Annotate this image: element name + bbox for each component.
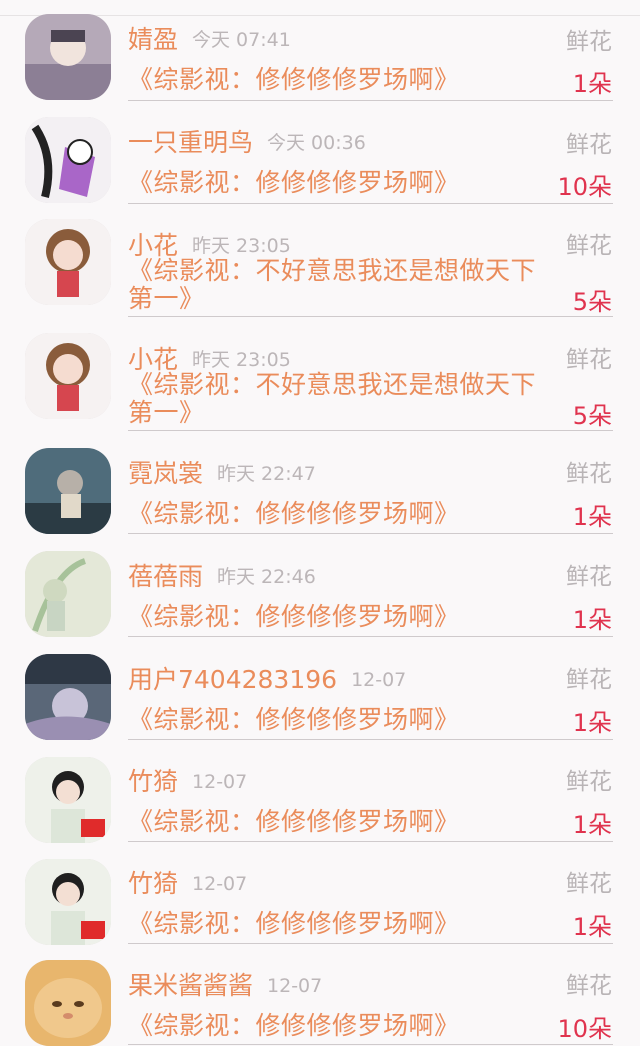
user-name[interactable]: 竹猗 12-07 [128,762,247,798]
user-name-text: 竹猗 [128,767,179,796]
timestamp: 昨天 23:05 [192,349,291,371]
flower-count: 1朵 [572,606,612,634]
row-divider [128,841,613,842]
row-divider [128,100,613,101]
avatar[interactable] [25,859,111,945]
row-divider [128,1044,613,1045]
book-title-link[interactable]: 《综影视：修修修修罗场啊》 [128,66,548,94]
row-divider [128,203,613,204]
user-name-text: 婧盈 [128,25,179,54]
gift-type-label: 鲜花 [566,769,612,795]
row-divider [128,533,613,534]
gift-type-label: 鲜花 [566,132,612,158]
gift-type-label: 鲜花 [566,461,612,487]
user-name-text: 霓岚裳 [128,459,204,488]
row-divider [128,316,613,317]
avatar[interactable] [25,551,111,637]
book-title-link[interactable]: 《综影视：修修修修罗场啊》 [128,169,548,197]
gift-type-label: 鲜花 [566,347,612,373]
timestamp: 12-07 [192,771,248,793]
book-title-link[interactable]: 《综影视：修修修修罗场啊》 [128,603,548,631]
user-name[interactable]: 竹猗 12-07 [128,864,247,900]
timestamp: 昨天 22:47 [217,463,316,485]
gift-type-label: 鲜花 [566,564,612,590]
timestamp: 12-07 [351,669,407,691]
book-title-link[interactable]: 《综影视：修修修修罗场啊》 [128,706,548,734]
timestamp: 昨天 23:05 [192,235,291,257]
row-divider [128,739,613,740]
avatar[interactable] [25,448,111,534]
user-name[interactable]: 一只重明鸟 今天 00:36 [128,123,366,159]
book-title-link[interactable]: 《综影视：修修修修罗场啊》 [128,808,548,836]
flower-count: 1朵 [572,811,612,839]
avatar[interactable] [25,333,111,419]
row-divider [128,430,613,431]
avatar[interactable] [25,654,111,740]
timestamp: 今天 00:36 [267,132,366,154]
timestamp: 12-07 [267,975,323,997]
gift-type-label: 鲜花 [566,871,612,897]
user-name[interactable]: 蓓蓓雨 昨天 22:46 [128,557,316,593]
timestamp: 12-07 [192,873,248,895]
user-name[interactable]: 用户7404283196 12-07 [128,660,406,696]
flower-count: 5朵 [572,402,612,430]
gift-type-label: 鲜花 [566,667,612,693]
gift-type-label: 鲜花 [566,29,612,55]
row-divider [128,943,613,944]
flower-count: 1朵 [572,709,612,737]
timestamp: 昨天 22:46 [217,566,316,588]
book-title-link[interactable]: 《综影视：修修修修罗场啊》 [128,1012,548,1040]
book-title-link[interactable]: 《综影视：修修修修罗场啊》 [128,500,548,528]
user-name[interactable]: 婧盈 今天 07:41 [128,20,291,56]
user-name-text: 一只重明鸟 [128,128,254,157]
flower-count: 1朵 [572,70,612,98]
avatar[interactable] [25,757,111,843]
book-title-link[interactable]: 《综影视：不好意思我还是想做天下第一》 [128,371,548,427]
flower-count: 1朵 [572,503,612,531]
user-name-text: 蓓蓓雨 [128,562,204,591]
user-name-text: 果米酱酱酱 [128,971,254,1000]
row-divider [128,636,613,637]
avatar[interactable] [25,960,111,1046]
avatar[interactable] [25,117,111,203]
book-title-link[interactable]: 《综影视：修修修修罗场啊》 [128,910,548,938]
user-name[interactable]: 果米酱酱酱 12-07 [128,966,322,1002]
book-title-link[interactable]: 《综影视：不好意思我还是想做天下第一》 [128,257,548,313]
timestamp: 今天 07:41 [192,29,291,51]
user-name-text: 用户7404283196 [128,665,338,694]
flower-count: 10朵 [557,173,612,201]
gift-type-label: 鲜花 [566,973,612,999]
user-name-text: 竹猗 [128,869,179,898]
avatar[interactable] [25,219,111,305]
gift-type-label: 鲜花 [566,233,612,259]
flower-count: 5朵 [572,288,612,316]
flower-count: 10朵 [557,1015,612,1043]
avatar[interactable] [25,14,111,100]
user-name[interactable]: 霓岚裳 昨天 22:47 [128,454,316,490]
flower-count: 1朵 [572,913,612,941]
